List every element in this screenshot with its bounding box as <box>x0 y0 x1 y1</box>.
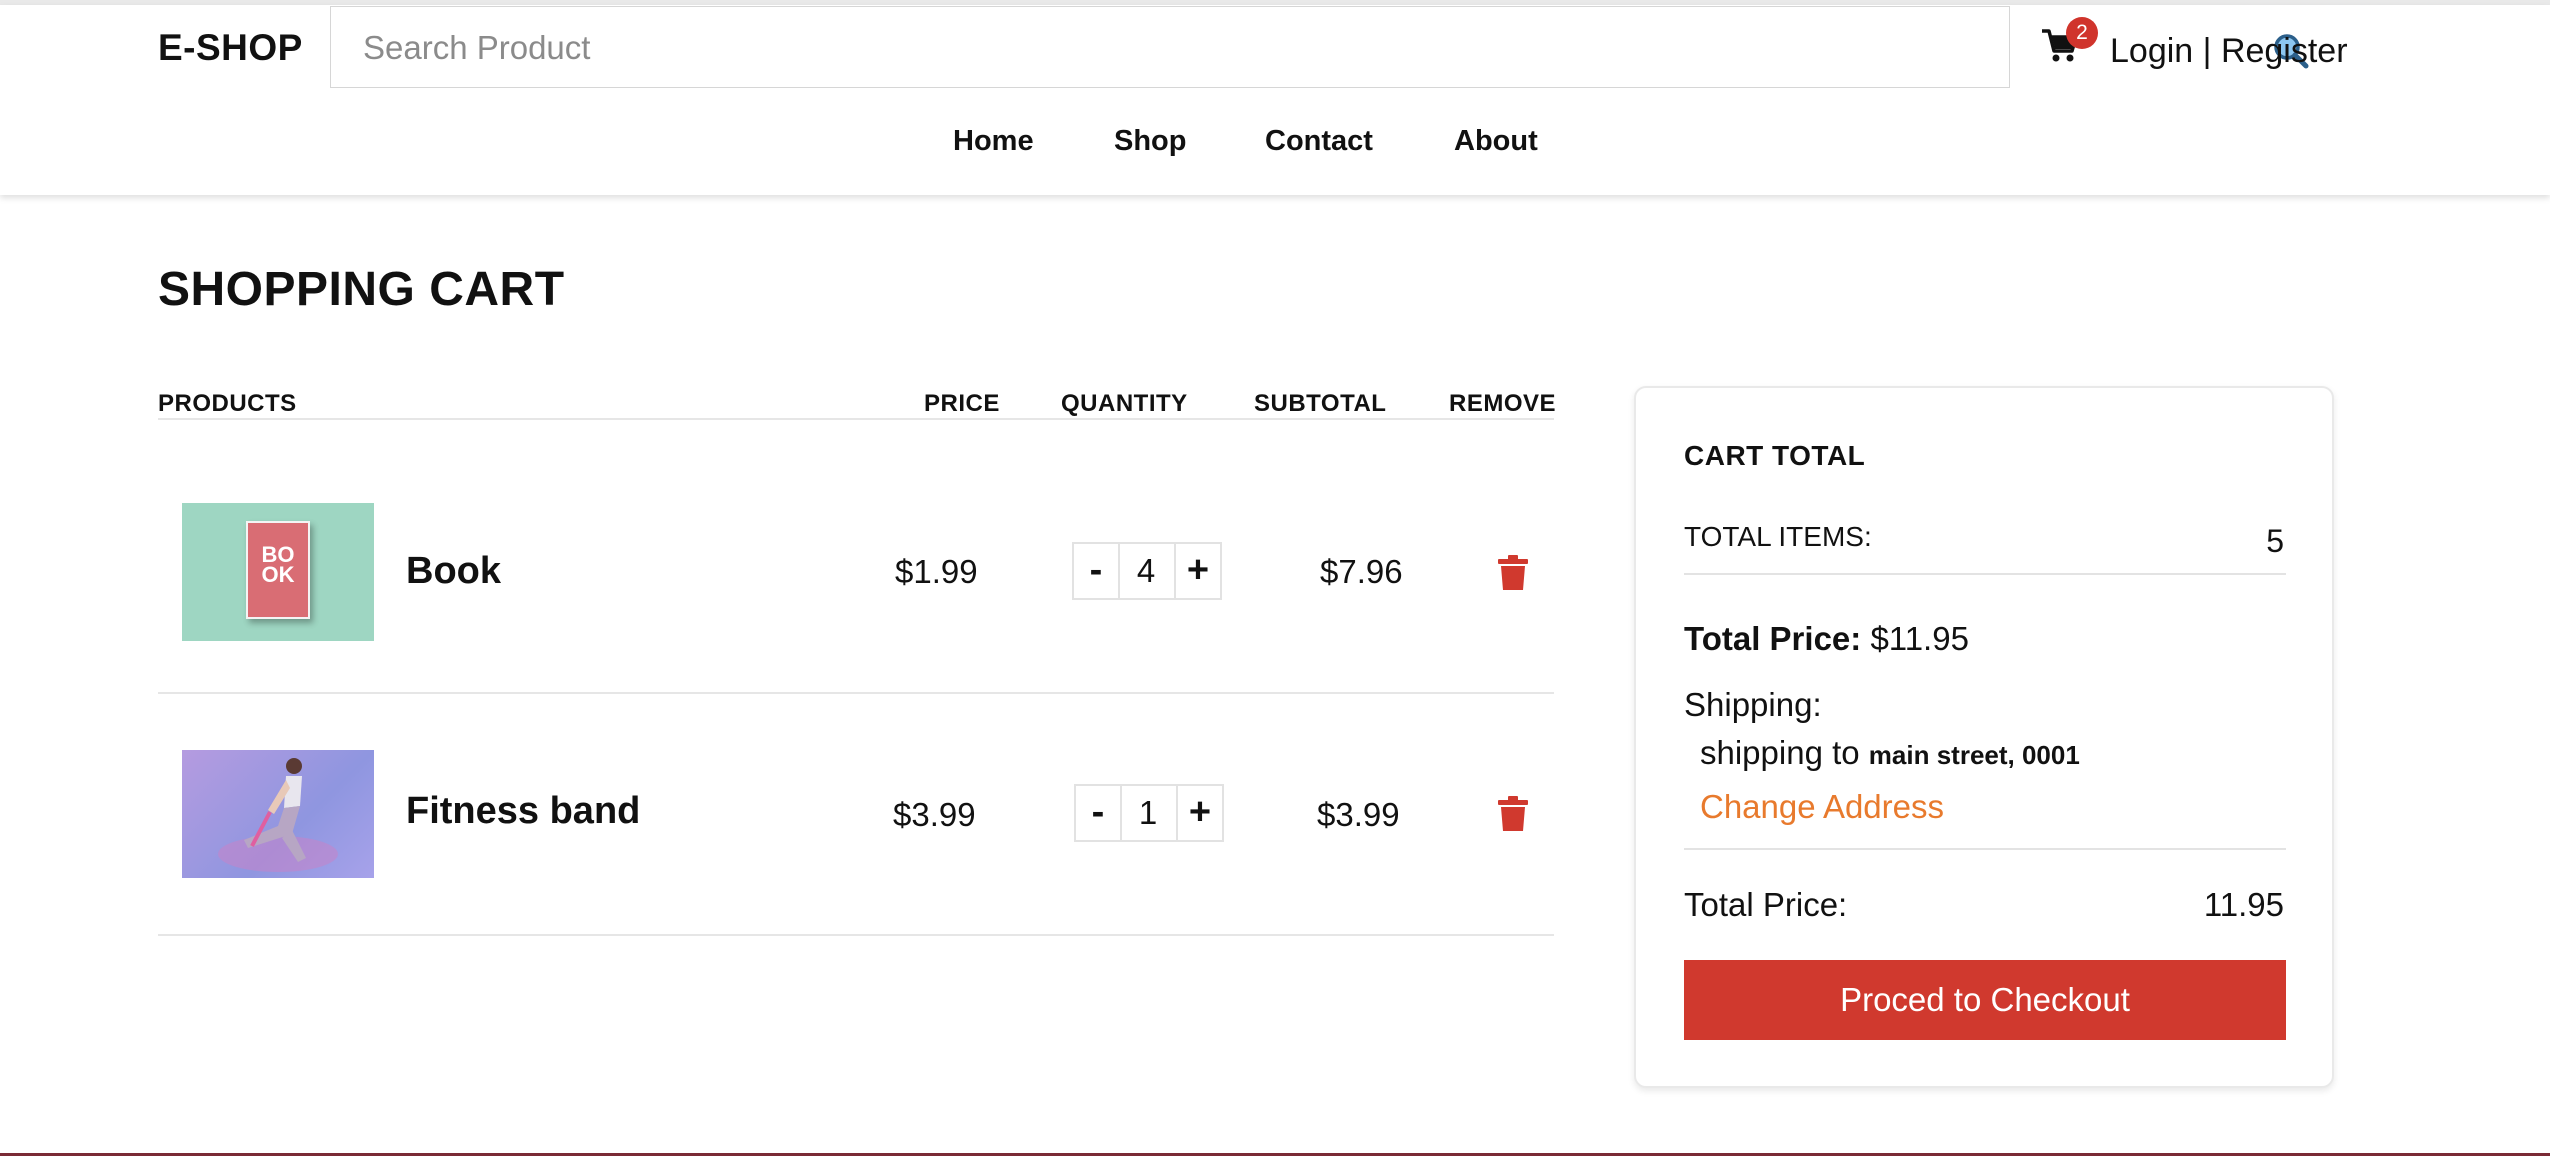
book-thumbnail: BO OK <box>182 503 374 641</box>
cart-count-badge: 2 <box>2066 17 2098 49</box>
search-input[interactable] <box>361 27 1865 69</box>
column-header-products: PRODUCTS <box>158 390 297 417</box>
product-price: $3.99 <box>893 796 976 833</box>
nav-about[interactable]: About <box>1454 125 1538 158</box>
trash-icon[interactable] <box>1498 796 1528 832</box>
register-link[interactable]: Register <box>2221 32 2348 70</box>
quantity-stepper: - 4 + <box>1072 542 1222 600</box>
athlete-illustration <box>218 758 338 872</box>
product-subtotal: $3.99 <box>1317 796 1400 833</box>
nav-home[interactable]: Home <box>953 125 1034 158</box>
total-items-label: TOTAL ITEMS: <box>1684 521 1872 552</box>
book-cover-title: BO OK <box>261 542 295 587</box>
shipping-label: Shipping: <box>1684 686 1822 723</box>
column-header-subtotal: SUBTOTAL <box>1254 390 1387 417</box>
quantity-stepper: - 1 + <box>1074 784 1224 842</box>
nav-shop[interactable]: Shop <box>1114 125 1187 158</box>
decrease-quantity-button[interactable]: - <box>1074 544 1118 598</box>
totals-divider <box>1684 848 2286 850</box>
auth-divider: | <box>2193 32 2221 70</box>
login-link[interactable]: Login <box>2110 32 2193 70</box>
product-name[interactable]: Book <box>406 550 501 593</box>
nav-contact[interactable]: Contact <box>1265 125 1373 158</box>
total-price-value: $11.95 <box>1870 620 1969 657</box>
final-total-label: Total Price: <box>1684 886 1848 923</box>
shipping-address: main street, 0001 <box>1868 740 2080 770</box>
checkout-button[interactable]: Proced to Checkout <box>1684 960 2286 1040</box>
total-price-label: Total Price: <box>1684 620 1862 657</box>
cart-button[interactable]: 2 <box>2040 17 2098 69</box>
column-header-quantity: QUANTITY <box>1061 390 1188 417</box>
table-header-divider <box>158 418 1554 420</box>
product-name[interactable]: Fitness band <box>406 790 640 833</box>
total-items-value: 5 <box>2266 523 2284 559</box>
site-logo[interactable]: E-SHOP <box>158 27 303 69</box>
cart-total-heading: CART TOTAL <box>1684 440 1866 471</box>
cart-row: BO OK Book $1.99 - 4 + $7.96 <box>0 450 1600 690</box>
totals-divider <box>1684 573 2286 575</box>
final-total-value: 11.95 <box>2203 886 2284 923</box>
book-cover: BO OK <box>246 521 310 619</box>
increase-quantity-button[interactable]: + <box>1176 544 1220 598</box>
column-header-price: PRICE <box>924 390 1000 417</box>
fitness-band-thumbnail <box>182 750 374 878</box>
cart-row: Fitness band $3.99 - 1 + $3.99 <box>0 694 1600 934</box>
shipping-prefix: shipping to <box>1700 734 1860 771</box>
cart-total-panel: CART TOTAL TOTAL ITEMS: 5 Total Price: $… <box>1634 386 2334 1088</box>
trash-icon[interactable] <box>1498 555 1528 591</box>
decrease-quantity-button[interactable]: - <box>1076 786 1120 840</box>
column-header-remove: REMOVE <box>1449 390 1557 417</box>
change-address-link[interactable]: Change Address <box>1700 788 1944 826</box>
quantity-value[interactable]: 1 <box>1122 786 1174 840</box>
product-price: $1.99 <box>895 553 978 590</box>
increase-quantity-button[interactable]: + <box>1178 786 1222 840</box>
total-price-summary: Total Price: $11.95 <box>1684 620 1969 658</box>
site-header: E-SHOP 2 Login | Register Home Shop Cont… <box>0 5 2550 195</box>
page-title: SHOPPING CART <box>158 263 565 316</box>
shipping-details: shipping to main street, 0001 <box>1700 734 2080 772</box>
row-divider <box>158 934 1554 936</box>
search-bar <box>330 6 2309 88</box>
product-subtotal: $7.96 <box>1320 553 1403 590</box>
quantity-value[interactable]: 4 <box>1120 544 1172 598</box>
auth-links: Login | Register <box>2110 32 2348 71</box>
